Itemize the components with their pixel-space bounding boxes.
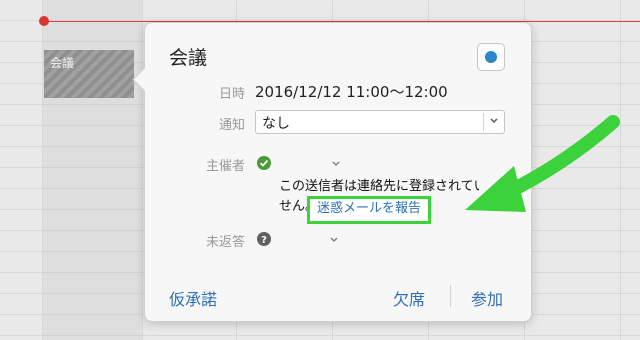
- question-circle-icon: ?: [257, 232, 271, 246]
- calendar-color-dot: [485, 51, 497, 63]
- alert-select-value: なし: [262, 116, 290, 132]
- popover-title: 会議: [169, 47, 208, 69]
- event-title: 会議: [50, 56, 75, 70]
- chevron-down-icon: [490, 118, 498, 124]
- chevron-down-icon[interactable]: [329, 236, 339, 244]
- report-junk-link[interactable]: 迷惑メールを報告: [307, 196, 432, 224]
- grid-divider: [142, 0, 143, 340]
- alert-label: 通知: [218, 118, 245, 133]
- footer-divider: [450, 285, 451, 307]
- calendar-view: 会議 会議 日時 2016/12/12 11:00〜12:00 通知 なし 主催…: [0, 0, 640, 340]
- no-response-label: 未返答: [205, 235, 245, 250]
- accept-button[interactable]: 参加: [471, 286, 503, 310]
- calendar-color-button[interactable]: [477, 43, 505, 71]
- calendar-event[interactable]: 会議: [44, 50, 134, 98]
- tentative-button[interactable]: 仮承諾: [169, 286, 217, 310]
- current-time-dot: [39, 16, 49, 26]
- alert-select[interactable]: なし: [255, 110, 505, 134]
- event-detail-popover: 会議 日時 2016/12/12 11:00〜12:00 通知 なし 主催者 こ…: [132, 22, 532, 322]
- grid-divider: [620, 0, 621, 340]
- datetime-value[interactable]: 2016/12/12 11:00〜12:00: [255, 81, 448, 102]
- organizer-label: 主催者: [205, 159, 245, 174]
- decline-button[interactable]: 欠席: [393, 286, 425, 310]
- svg-text:?: ?: [261, 235, 267, 246]
- chevron-down-icon[interactable]: [331, 160, 341, 168]
- datetime-label: 日時: [218, 87, 245, 102]
- organizer-notice-line: この送信者は連絡先に登録されてい: [279, 179, 479, 194]
- checkmark-circle-icon: [257, 156, 271, 170]
- grid-divider: [42, 0, 43, 340]
- select-divider: [483, 113, 484, 131]
